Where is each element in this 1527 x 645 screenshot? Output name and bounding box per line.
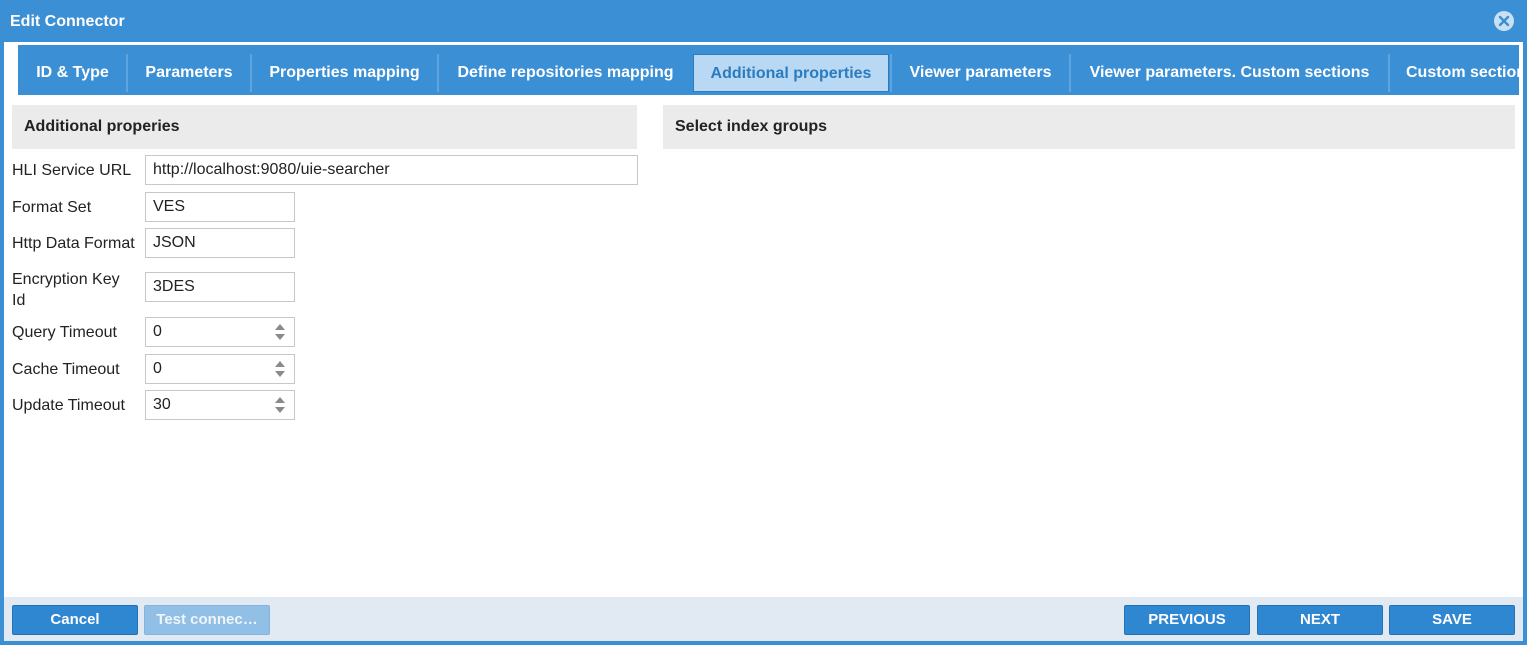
hli-service-url-input[interactable]: http://localhost:9080/uie-searcher (145, 155, 638, 185)
tab-additional-properties[interactable]: Additional properties (693, 54, 889, 92)
update-timeout-stepper[interactable]: 30 (145, 390, 295, 420)
spinner-arrows-icon[interactable] (275, 323, 285, 341)
tab-viewer-parameters[interactable]: Viewer parameters (890, 54, 1069, 92)
dialog-footer: Cancel Test connec… PREVIOUS NEXT SAVE (4, 597, 1523, 641)
tab-strip: ID & Type Parameters Properties mapping … (18, 45, 1519, 95)
cache-timeout-value: 0 (153, 360, 162, 377)
tab-define-repositories-mapping[interactable]: Define repositories mapping (437, 54, 692, 92)
format-set-input[interactable]: VES (145, 192, 295, 222)
update-timeout-value: 30 (153, 396, 171, 413)
encryption-key-id-input[interactable]: 3DES (145, 272, 295, 302)
query-timeout-value: 0 (153, 323, 162, 340)
select-index-groups-header: Select index groups (663, 105, 1515, 149)
test-connection-button[interactable]: Test connec… (144, 605, 270, 635)
spinner-arrows-icon[interactable] (275, 396, 285, 414)
tab-custom-sections[interactable]: Custom sections (1388, 54, 1519, 92)
close-icon[interactable] (1494, 11, 1514, 31)
http-data-format-label: Http Data Format (12, 235, 135, 252)
http-data-format-input[interactable]: JSON (145, 228, 295, 258)
next-button[interactable]: NEXT (1257, 605, 1383, 635)
spinner-arrows-icon[interactable] (275, 360, 285, 378)
previous-button[interactable]: PREVIOUS (1124, 605, 1250, 635)
dialog-title: Edit Connector (10, 13, 125, 30)
save-button[interactable]: SAVE (1389, 605, 1515, 635)
format-set-label: Format Set (12, 199, 92, 216)
cancel-button[interactable]: Cancel (12, 605, 138, 635)
cache-timeout-stepper[interactable]: 0 (145, 354, 295, 384)
edit-connector-dialog: Edit Connector ID & Type Parameters Prop… (0, 0, 1527, 645)
query-timeout-label: Query Timeout (12, 324, 117, 341)
title-bar[interactable]: Edit Connector (2, 2, 1525, 42)
tab-parameters[interactable]: Parameters (126, 54, 250, 92)
additional-properties-header: Additional properies (12, 105, 637, 149)
hli-service-url-label: HLI Service URL (12, 162, 132, 179)
tab-properties-mapping[interactable]: Properties mapping (250, 54, 437, 92)
dialog-content: ID & Type Parameters Properties mapping … (4, 42, 1523, 641)
encryption-key-id-label: Encryption Key Id (12, 271, 120, 309)
tab-id-type[interactable]: ID & Type (19, 54, 126, 92)
tab-viewer-parameters-custom-sections[interactable]: Viewer parameters. Custom sections (1069, 54, 1388, 92)
cache-timeout-label: Cache Timeout (12, 361, 120, 378)
update-timeout-label: Update Timeout (12, 397, 125, 414)
query-timeout-stepper[interactable]: 0 (145, 317, 295, 347)
